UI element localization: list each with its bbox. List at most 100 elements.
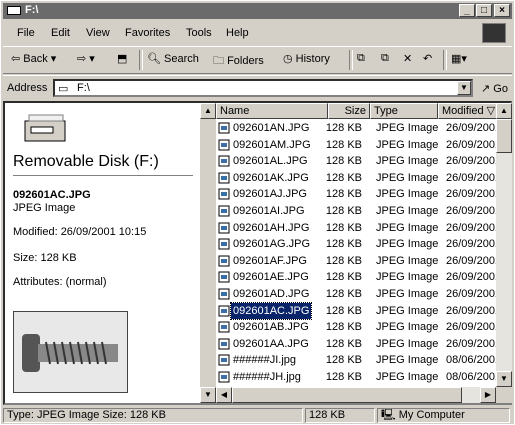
views-button[interactable]: ▦▾ bbox=[451, 52, 467, 65]
file-type: JPEG Image bbox=[376, 271, 439, 284]
file-type: JPEG Image bbox=[376, 205, 439, 217]
file-row[interactable]: 092601AD.JPG 128 KB JPEG Image 26/09/2001 bbox=[216, 286, 501, 302]
file-size: 128 KB bbox=[325, 354, 362, 367]
search-button[interactable]: 🔍︎ Search bbox=[147, 52, 199, 65]
file-size: 128 KB bbox=[325, 254, 362, 267]
file-name: 092601AD.JPG bbox=[233, 288, 310, 300]
file-name: 092601AG.JPG bbox=[233, 238, 311, 251]
scroll-right-button[interactable]: ▶ bbox=[480, 387, 496, 403]
undo-button[interactable]: ↶ bbox=[423, 52, 432, 65]
delete-button[interactable]: ✕ bbox=[403, 52, 412, 65]
file-row[interactable]: ######JI.jpg 128 KB JPEG Image 08/06/2001 bbox=[216, 352, 501, 368]
move-to-button[interactable]: ⧉ bbox=[357, 52, 365, 65]
folders-button[interactable]: 🗀 Folders bbox=[213, 52, 264, 71]
file-list-horizontal-scrollbar[interactable]: ◀ ▶ bbox=[216, 387, 496, 403]
file-row[interactable]: 092601AF.JPG 128 KB JPEG Image 26/09/2001 bbox=[216, 253, 501, 269]
copy-to-button[interactable]: ⧉ bbox=[381, 52, 389, 65]
file-type: JPEG Image bbox=[376, 238, 439, 251]
file-row[interactable]: 092601AJ.JPG 128 KB JPEG Image 26/09/2001 bbox=[216, 186, 501, 202]
menu-help[interactable]: Help bbox=[226, 27, 249, 39]
menu-tools[interactable]: Tools bbox=[186, 27, 212, 39]
file-size: 128 KB bbox=[325, 155, 362, 168]
back-button[interactable]: ⇦ Back ▾ bbox=[11, 52, 56, 65]
copy-to-icon: ⧉ bbox=[381, 52, 389, 64]
file-size: 128 KB bbox=[325, 221, 362, 234]
file-type: JPEG Image bbox=[376, 188, 439, 201]
file-row[interactable]: 092601AK.JPG 128 KB JPEG Image 26/09/2001 bbox=[216, 170, 501, 186]
scroll-down-button[interactable]: ▼ bbox=[200, 387, 216, 403]
menu-favorites[interactable]: Favorites bbox=[125, 27, 170, 39]
file-row[interactable]: 092601AC.JPG 128 KB JPEG Image 26/09/2001 bbox=[216, 301, 501, 320]
folders-icon: 🗀 bbox=[213, 55, 228, 67]
drive-title: Removable Disk (F:) bbox=[13, 153, 159, 170]
file-type: JPEG Image bbox=[376, 254, 439, 267]
scroll-left-button[interactable]: ◀ bbox=[216, 387, 232, 403]
address-input[interactable]: ▭ F:\ ▼ bbox=[53, 79, 473, 97]
computer-icon: 🖳 bbox=[381, 409, 399, 421]
scroll-thumb[interactable] bbox=[232, 387, 462, 403]
menu-view[interactable]: View bbox=[86, 27, 110, 39]
close-button[interactable]: × bbox=[494, 4, 510, 17]
file-row[interactable]: 092601AB.JPG 128 KB JPEG Image 26/09/2001 bbox=[216, 319, 501, 335]
file-name: 092601AF.JPG bbox=[233, 254, 307, 267]
file-type: JPEG Image bbox=[376, 304, 439, 317]
file-row[interactable]: 092601AG.JPG 128 KB JPEG Image 26/09/2001 bbox=[216, 236, 501, 252]
file-name: 092601AC.JPG bbox=[229, 301, 313, 320]
window-title: F:\ bbox=[25, 4, 39, 16]
history-button[interactable]: ◷ History bbox=[283, 52, 330, 65]
sort-arrow-icon: ▽ bbox=[486, 105, 496, 117]
file-name: 092601AE.JPG bbox=[233, 271, 309, 284]
file-row[interactable]: 092601AE.JPG 128 KB JPEG Image 26/09/2001 bbox=[216, 269, 501, 285]
details-scrollbar[interactable]: ▲ ▼ bbox=[200, 103, 216, 403]
drive-icon: ▭ bbox=[58, 83, 69, 95]
scroll-up-button[interactable]: ▲ bbox=[496, 103, 512, 119]
file-type: JPEG Image bbox=[376, 321, 439, 334]
file-modified: 26/09/2001 bbox=[446, 122, 502, 134]
file-name: ######JI.jpg bbox=[233, 354, 296, 367]
file-row[interactable]: 092601AM.JPG 128 KB JPEG Image 26/09/2001 bbox=[216, 137, 501, 153]
menu-file[interactable]: File bbox=[17, 27, 35, 39]
selected-file-size: Size: 128 KB bbox=[13, 252, 77, 264]
column-header-modified[interactable]: Modified ▽ bbox=[438, 103, 498, 119]
file-size: 128 KB bbox=[325, 238, 362, 251]
file-modified: 26/09/2001 bbox=[446, 288, 502, 300]
column-header-size[interactable]: Size bbox=[328, 103, 370, 119]
file-modified: 26/09/2001 bbox=[446, 188, 502, 201]
file-modified: 26/09/2001 bbox=[446, 221, 502, 234]
column-header-type[interactable]: Type bbox=[370, 103, 438, 119]
scroll-thumb[interactable] bbox=[496, 119, 512, 153]
minimize-button[interactable]: _ bbox=[459, 4, 475, 17]
windows-logo-icon bbox=[482, 23, 506, 43]
file-row[interactable]: 092601AA.JPG 128 KB JPEG Image 26/09/2001 bbox=[216, 336, 501, 352]
file-name: 092601AK.JPG bbox=[233, 171, 309, 184]
file-name: 092601AN.JPG bbox=[233, 122, 310, 134]
maximize-button[interactable]: □ bbox=[476, 4, 492, 17]
file-modified: 26/09/2001 bbox=[446, 205, 502, 217]
menu-edit[interactable]: Edit bbox=[51, 27, 70, 39]
file-row[interactable]: 092601AN.JPG 128 KB JPEG Image 26/09/2001 bbox=[216, 120, 501, 136]
file-row[interactable]: 092601AL.JPG 128 KB JPEG Image 26/09/2001 bbox=[216, 153, 501, 169]
column-header-name[interactable]: Name bbox=[216, 103, 328, 119]
title-bar[interactable]: F:\ _ □ × bbox=[3, 3, 512, 19]
up-folder-button[interactable]: ⬒ bbox=[117, 52, 127, 65]
file-name: 092601AM.JPG bbox=[233, 138, 311, 151]
scroll-down-button[interactable]: ▼ bbox=[496, 371, 512, 387]
search-icon: 🔍︎ bbox=[147, 53, 165, 65]
file-list-vertical-scrollbar[interactable]: ▲ ▼ bbox=[496, 103, 512, 387]
undo-icon: ↶ bbox=[423, 53, 433, 65]
file-row[interactable]: 092601AI.JPG 128 KB JPEG Image 26/09/2001 bbox=[216, 203, 501, 219]
file-size: 128 KB bbox=[325, 122, 362, 134]
file-row[interactable]: 092601AH.JPG 128 KB JPEG Image 26/09/2001 bbox=[216, 220, 501, 236]
scroll-up-button[interactable]: ▲ bbox=[200, 103, 216, 119]
go-button[interactable]: ↗ Go bbox=[481, 82, 508, 95]
file-modified: 08/06/2001 bbox=[446, 371, 502, 383]
forward-button[interactable]: ⇨ ▾ bbox=[77, 52, 95, 65]
jpeg-file-icon bbox=[218, 354, 230, 366]
history-icon: ◷ bbox=[283, 53, 296, 65]
file-row[interactable]: ######JH.jpg 128 KB JPEG Image 08/06/2001 bbox=[216, 369, 501, 385]
jpeg-file-icon bbox=[218, 205, 230, 217]
jpeg-file-icon bbox=[218, 139, 230, 151]
address-dropdown-button[interactable]: ▼ bbox=[457, 81, 471, 95]
status-info: Type: JPEG Image Size: 128 KB bbox=[3, 408, 303, 423]
file-size: 128 KB bbox=[325, 271, 362, 284]
